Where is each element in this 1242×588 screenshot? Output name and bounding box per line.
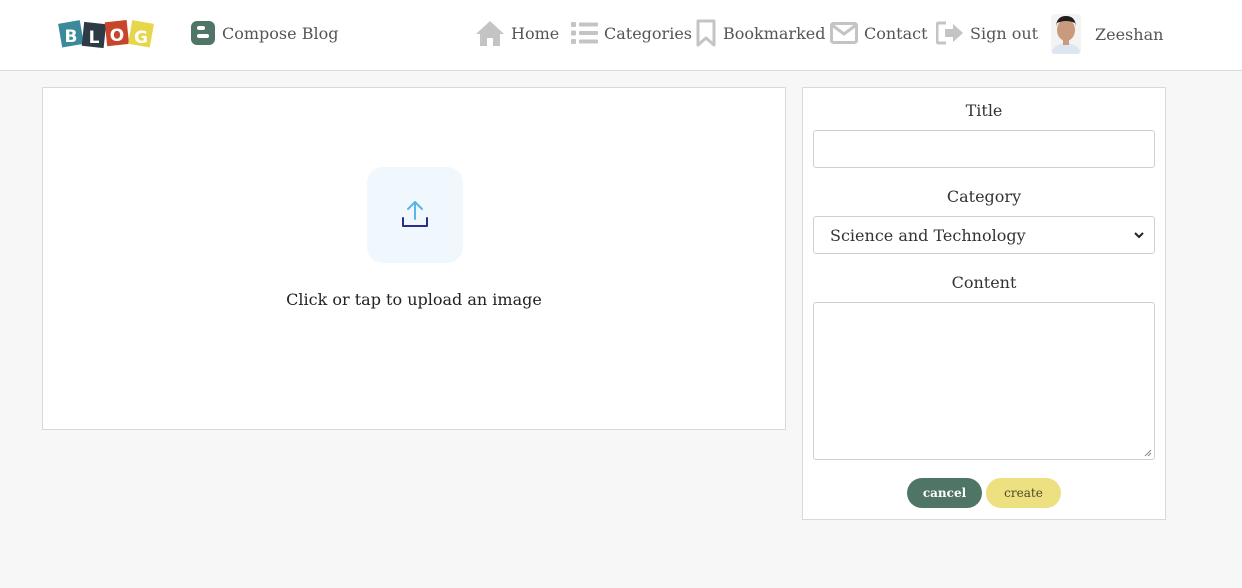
nav-bookmarked[interactable]: Bookmarked: [695, 18, 825, 48]
image-upload-panel[interactable]: Click or tap to upload an image: [42, 87, 786, 430]
compose-form: Title Category Science and Technology Co…: [802, 87, 1166, 520]
resize-grip-icon[interactable]: [1144, 449, 1152, 457]
nav-sign-out[interactable]: Sign out: [936, 18, 1038, 48]
user-profile[interactable]: Zeeshan: [1051, 14, 1163, 54]
list-icon: [571, 22, 598, 44]
cancel-button[interactable]: cancel: [907, 478, 982, 508]
category-selected-value: Science and Technology: [830, 225, 1026, 245]
compose-blog-label: Compose Blog: [222, 23, 339, 43]
nav-contact[interactable]: Contact: [830, 18, 928, 48]
content-label: Content: [951, 273, 1017, 292]
avatar: [1051, 14, 1081, 54]
title-input[interactable]: [813, 130, 1155, 168]
nav-contact-label: Contact: [864, 23, 928, 43]
title-label: Title: [965, 101, 1003, 120]
upload-prompt: Click or tap to upload an image: [286, 290, 542, 309]
nav-bookmarked-label: Bookmarked: [723, 23, 826, 43]
top-navbar: B L O G Compose Blog Home Categories Boo…: [0, 0, 1242, 71]
sign-out-icon: [936, 21, 964, 45]
nav-categories-label: Categories: [604, 23, 692, 43]
category-select[interactable]: Science and Technology: [813, 216, 1155, 254]
create-button[interactable]: create: [986, 478, 1061, 508]
logo-letter-l: L: [89, 28, 100, 48]
content-textarea[interactable]: [813, 302, 1155, 460]
nav-home-label: Home: [511, 23, 560, 43]
logo-letter-o: O: [110, 26, 124, 46]
upload-button[interactable]: [367, 167, 463, 263]
envelope-icon: [830, 22, 858, 44]
logo-letter-b: B: [65, 27, 78, 47]
user-name: Zeeshan: [1095, 24, 1164, 44]
home-icon: [475, 20, 505, 46]
nav-sign-out-label: Sign out: [970, 23, 1039, 43]
compose-blog-link[interactable]: Compose Blog: [191, 20, 338, 46]
chevron-down-icon: [1134, 232, 1144, 239]
nav-categories[interactable]: Categories: [571, 18, 692, 48]
blog-logo[interactable]: B L O G: [58, 14, 158, 52]
category-label: Category: [946, 187, 1022, 206]
blogger-icon: [191, 21, 215, 45]
bookmark-icon: [695, 19, 717, 47]
upload-icon: [402, 201, 428, 227]
nav-home[interactable]: Home: [475, 18, 559, 48]
logo-letter-g: G: [134, 28, 148, 48]
